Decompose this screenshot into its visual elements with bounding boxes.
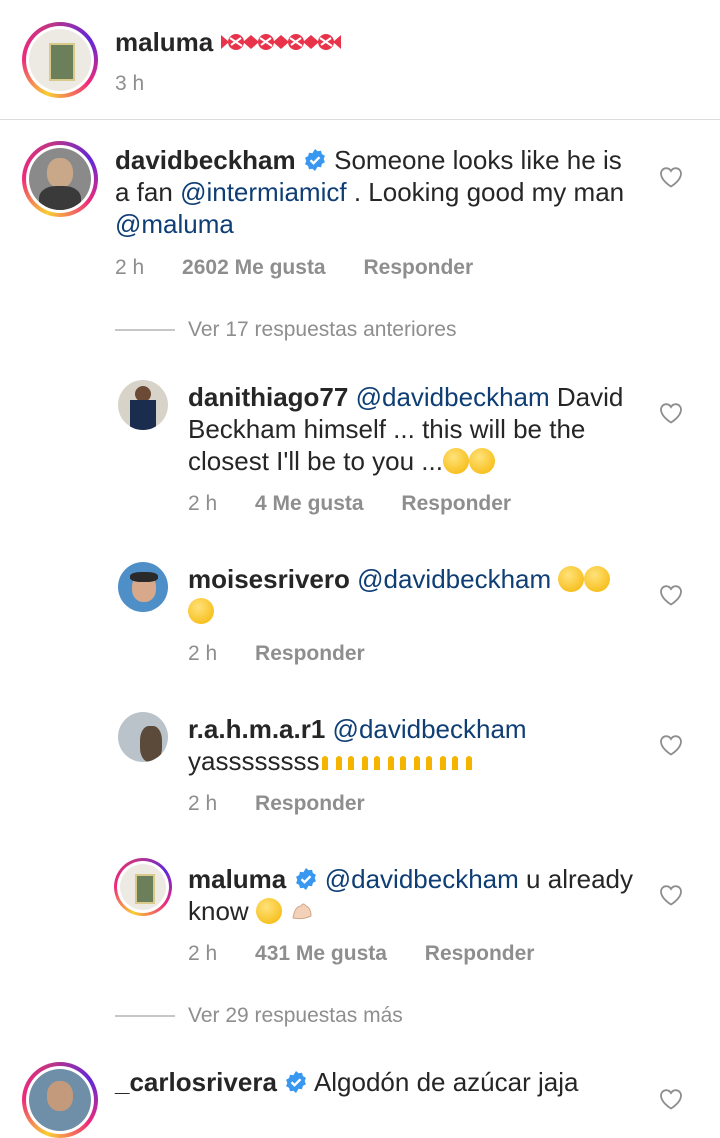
- like-heart-icon[interactable]: [659, 1088, 683, 1110]
- avatar[interactable]: [120, 864, 166, 910]
- thread-line: [115, 329, 175, 331]
- reply-body: danithiago77 @davidbeckham David Beckham…: [188, 381, 638, 477]
- candy-icon: [280, 34, 311, 50]
- reply-body: maluma @davidbeckham u already know: [188, 863, 638, 927]
- reply-meta: 2 h 431 Me gusta Responder: [188, 942, 534, 966]
- thread-line: [115, 1015, 175, 1017]
- comment-body: _carlosrivera Algodón de azúcar jaja: [115, 1066, 578, 1098]
- raising-hands-icon: [322, 756, 343, 770]
- raising-hands-icon: [374, 756, 395, 770]
- reply-button[interactable]: Responder: [255, 792, 365, 815]
- reply-text: David: [556, 382, 624, 412]
- comment-text: Algodón de azúcar jaja: [313, 1067, 579, 1097]
- verified-badge-icon: [286, 1071, 307, 1093]
- reply-button[interactable]: Responder: [425, 942, 535, 965]
- post-caption: maluma: [115, 26, 341, 58]
- likes-count[interactable]: 2602 Me gusta: [182, 256, 326, 279]
- avatar[interactable]: [29, 148, 91, 210]
- avatar[interactable]: [118, 712, 168, 762]
- view-previous-replies[interactable]: Ver 17 respuestas anteriores: [188, 318, 457, 342]
- mention-link[interactable]: @davidbeckham: [357, 564, 551, 594]
- mention-link[interactable]: @davidbeckham: [325, 864, 519, 894]
- comment-text: Someone looks like he: [334, 145, 596, 175]
- candy-icon: [310, 34, 341, 50]
- comment-username[interactable]: davidbeckham: [115, 145, 296, 175]
- post-time: 3 h: [115, 72, 145, 95]
- reply-time: 2 h: [188, 642, 218, 665]
- like-heart-icon[interactable]: [659, 166, 683, 188]
- reply-meta: 2 h Responder: [188, 792, 365, 816]
- reply-button[interactable]: Responder: [255, 642, 365, 665]
- flexed-biceps-icon: [292, 903, 312, 920]
- mention-link[interactable]: @maluma: [115, 209, 234, 239]
- likes-count[interactable]: 4 Me gusta: [255, 492, 364, 515]
- laughing-emoji-icon: [442, 448, 469, 474]
- raising-hands-icon: [426, 756, 447, 770]
- comment-meta: 2 h 2602 Me gusta Responder: [115, 256, 473, 280]
- avatar[interactable]: [29, 29, 91, 91]
- reply-username[interactable]: r.a.h.m.a.r1: [188, 714, 325, 744]
- reply-text: closest I'll be to you ...: [188, 446, 443, 476]
- like-heart-icon[interactable]: [659, 884, 683, 906]
- mention-link[interactable]: @davidbeckham: [333, 714, 527, 744]
- reply-username[interactable]: danithiago77: [188, 382, 348, 412]
- comment-username[interactable]: _carlosrivera: [115, 1067, 277, 1097]
- laughing-emoji-icon: [255, 898, 282, 924]
- comment-text: man: [573, 177, 625, 207]
- reply-body: moisesrivero @davidbeckham: [188, 563, 638, 627]
- verified-badge-icon: [304, 149, 325, 171]
- comment-body: davidbeckham Someone looks like he is a …: [115, 144, 635, 240]
- reply-username[interactable]: maluma: [188, 864, 286, 894]
- laughing-emoji-icon: [468, 448, 495, 474]
- reply-text: u: [526, 864, 541, 894]
- view-more-replies[interactable]: Ver 29 respuestas más: [188, 1004, 403, 1028]
- reply-text: yassssssss: [188, 746, 320, 776]
- like-heart-icon[interactable]: [659, 584, 683, 606]
- reply-meta: 2 h Responder: [188, 642, 365, 666]
- reply-text: Beckham himself ... this will be the: [188, 414, 586, 444]
- candy-icon: [220, 34, 251, 50]
- likes-count[interactable]: 431 Me gusta: [255, 942, 387, 965]
- astonished-emoji-icon: [558, 566, 585, 592]
- astonished-emoji-icon: [584, 566, 611, 592]
- reply-time: 2 h: [188, 492, 218, 515]
- avatar[interactable]: [29, 1069, 91, 1131]
- reply-username[interactable]: moisesrivero: [188, 564, 350, 594]
- reply-meta: 2 h 4 Me gusta Responder: [188, 492, 511, 516]
- reply-button[interactable]: Responder: [401, 492, 511, 515]
- raising-hands-icon: [348, 756, 369, 770]
- like-heart-icon[interactable]: [659, 734, 683, 756]
- reply-body: r.a.h.m.a.r1 @davidbeckham yassssssss: [188, 713, 638, 777]
- candy-icon: [250, 34, 281, 50]
- comment-text: . Looking good my: [353, 177, 567, 207]
- mention-link[interactable]: @intermiamicf: [180, 177, 347, 207]
- avatar[interactable]: [118, 562, 168, 612]
- reply-time: 2 h: [188, 942, 218, 965]
- comment-time: 2 h: [115, 256, 145, 279]
- raising-hands-icon: [400, 756, 421, 770]
- reply-time: 2 h: [188, 792, 218, 815]
- verified-badge-icon: [295, 868, 316, 890]
- divider: [0, 119, 720, 120]
- mention-link[interactable]: @davidbeckham: [356, 382, 550, 412]
- reply-button[interactable]: Responder: [363, 256, 473, 279]
- like-heart-icon[interactable]: [659, 402, 683, 424]
- astonished-emoji-icon: [188, 598, 214, 624]
- post-username[interactable]: maluma: [115, 27, 213, 57]
- avatar[interactable]: [118, 380, 168, 430]
- raising-hands-icon: [452, 756, 473, 770]
